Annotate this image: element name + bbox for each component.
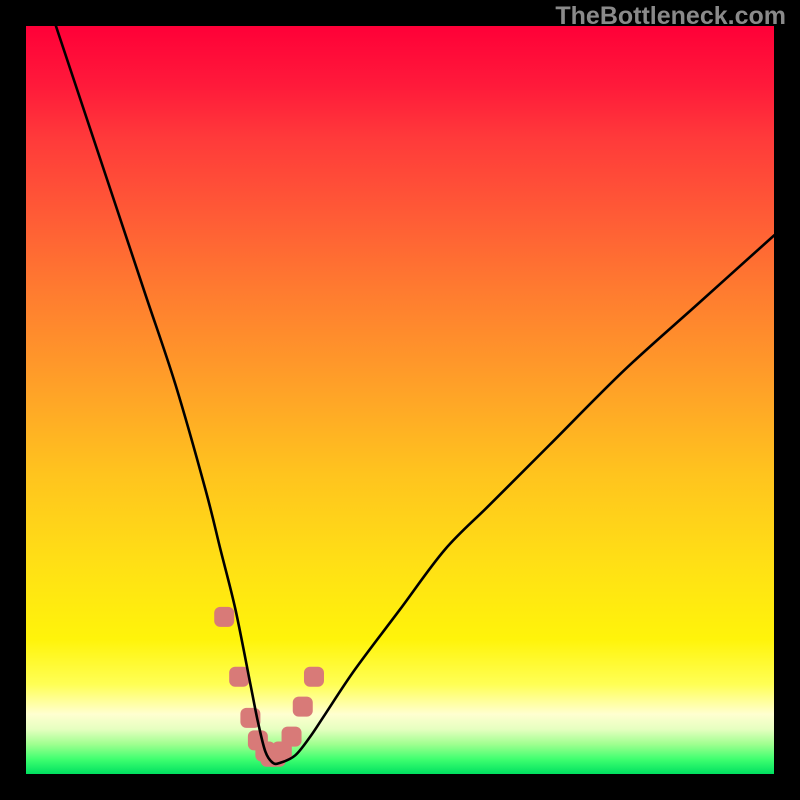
- low-band-marker: [293, 697, 313, 717]
- low-band-marker: [304, 667, 324, 687]
- curve-layer: [56, 26, 774, 764]
- chart-frame: TheBottleneck.com: [0, 0, 800, 800]
- plot-area: [26, 26, 774, 774]
- low-band-marker: [229, 667, 249, 687]
- chart-svg: [26, 26, 774, 774]
- low-band-marker: [214, 607, 234, 627]
- low-band-marker: [282, 727, 302, 747]
- marker-layer: [214, 607, 324, 767]
- bottleneck-curve-path: [56, 26, 774, 764]
